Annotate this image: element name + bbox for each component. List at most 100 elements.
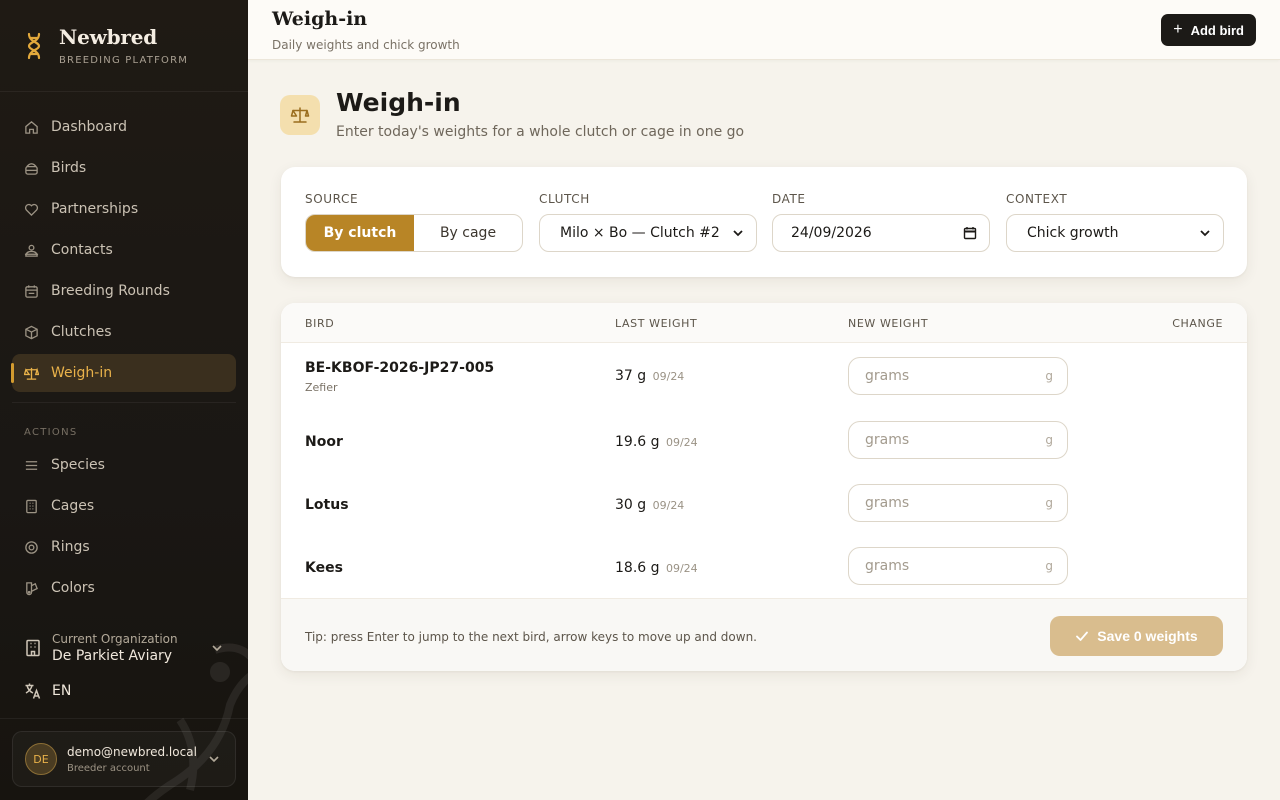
sidebar-item-label: Colors — [51, 580, 95, 596]
table-row: Lotus 30 g 09/24 grams g — [281, 472, 1247, 535]
last-weight: 19.6 g 09/24 — [615, 434, 698, 450]
sidebar-item-cages[interactable]: Cages — [12, 487, 236, 525]
add-bird-label: Add bird — [1190, 22, 1244, 38]
language-code: EN — [52, 683, 72, 699]
box-icon — [24, 325, 39, 340]
context-value: Chick growth — [1027, 225, 1119, 241]
new-weight-placeholder: grams — [865, 368, 910, 384]
last-weight-value: 30 g — [615, 497, 647, 513]
sidebar-item-colors[interactable]: Colors — [12, 569, 236, 607]
sidebar-item-label: Partnerships — [51, 201, 139, 217]
sidebar-item-species[interactable]: Species — [12, 446, 236, 484]
sidebar-item-label: Birds — [51, 160, 87, 176]
sidebar-item-label: Rings — [51, 539, 90, 555]
save-weights-button[interactable]: Save 0 weights — [1050, 616, 1223, 656]
sidebar-item-contacts[interactable]: Contacts — [12, 231, 236, 269]
topbar-subtitle: Daily weights and chick growth — [272, 38, 460, 52]
bird-id: BE-KBOF-2026-JP27-005 — [305, 360, 495, 376]
last-weight-date: 09/24 — [652, 499, 685, 512]
user-menu[interactable]: DE demo@newbred.local Breeder account — [12, 731, 236, 787]
new-weight-input[interactable]: grams g — [848, 421, 1068, 459]
last-weight-date: 09/24 — [665, 562, 698, 575]
organization-switcher[interactable]: Current Organization De Parkiet Aviary — [24, 630, 224, 666]
filters-card: SOURCE By clutch By cage CLUTCH Milo × B… — [281, 167, 1247, 277]
context-label: CONTEXT — [1006, 192, 1068, 206]
new-weight-input[interactable]: grams g — [848, 547, 1068, 585]
add-bird-button[interactable]: + Add bird — [1161, 14, 1256, 46]
last-weight: 37 g 09/24 — [615, 368, 684, 384]
new-weight-placeholder: grams — [865, 432, 910, 448]
column-change: CHANGE — [1172, 317, 1223, 330]
new-weight-placeholder: grams — [865, 558, 910, 574]
column-bird: BIRD — [305, 317, 335, 330]
context-select[interactable]: Chick growth — [1006, 214, 1224, 252]
sidebar-item-birds[interactable]: Birds — [12, 149, 236, 187]
calendar-icon — [24, 284, 39, 299]
table-row: Kees 18.6 g 09/24 grams g — [281, 535, 1247, 598]
source-by-cage-button[interactable]: By cage — [414, 215, 522, 251]
translate-icon — [25, 683, 41, 699]
table-row: BE-KBOF-2026-JP27-005 Zefier 37 g 09/24 … — [281, 343, 1247, 409]
source-label: SOURCE — [305, 192, 359, 206]
table-header: BIRD LAST WEIGHT NEW WEIGHT CHANGE — [281, 303, 1247, 343]
user-email: demo@newbred.local — [67, 744, 197, 759]
plus-icon: + — [1173, 21, 1183, 38]
source-by-clutch-button[interactable]: By clutch — [306, 215, 414, 251]
save-weights-label: Save 0 weights — [1097, 628, 1198, 644]
topbar-title: Weigh-in — [272, 8, 368, 30]
sidebar-item-label: Species — [51, 457, 105, 473]
sidebar-item-dashboard[interactable]: Dashboard — [12, 108, 236, 146]
heart-icon — [24, 202, 39, 217]
scale-icon — [280, 95, 320, 135]
date-label: DATE — [772, 192, 806, 206]
home-icon — [24, 120, 39, 135]
language-switcher[interactable]: EN — [24, 682, 71, 700]
ring-icon — [24, 540, 39, 555]
keyboard-tip: Tip: press Enter to jump to the next bir… — [305, 630, 757, 644]
bird-name: Zefier — [305, 381, 338, 394]
org-label: Current Organization — [52, 632, 178, 646]
top-bar: Weigh-in Daily weights and chick growth … — [248, 0, 1280, 60]
clutch-value: Milo × Bo — Clutch #2 — [560, 225, 720, 241]
page-title: Weigh-in — [336, 88, 461, 117]
table-footer: Tip: press Enter to jump to the next bir… — [281, 598, 1247, 671]
last-weight-date: 09/24 — [665, 436, 698, 449]
user-divider — [0, 718, 248, 719]
brand-tagline: BREEDING PLATFORM — [59, 55, 189, 66]
building-icon — [24, 499, 39, 514]
sidebar-item-partnerships[interactable]: Partnerships — [12, 190, 236, 228]
avatar: DE — [25, 743, 57, 775]
last-weight: 30 g 09/24 — [615, 497, 684, 513]
date-input[interactable]: 24/09/2026 — [772, 214, 990, 252]
sidebar-item-clutches[interactable]: Clutches — [12, 313, 236, 351]
calendar-icon[interactable] — [963, 226, 977, 240]
people-icon — [24, 243, 39, 258]
column-last-weight: LAST WEIGHT — [615, 317, 698, 330]
org-name: De Parkiet Aviary — [52, 648, 173, 664]
source-field: SOURCE By clutch By cage — [305, 192, 523, 252]
brand[interactable]: Newbred BREEDING PLATFORM — [0, 0, 248, 92]
chevron-down-icon — [733, 230, 743, 237]
building-icon — [26, 639, 40, 657]
table-row: Noor 19.6 g 09/24 grams g — [281, 409, 1247, 472]
date-value: 24/09/2026 — [791, 225, 872, 241]
sidebar-item-rings[interactable]: Rings — [12, 528, 236, 566]
unit-label: g — [1045, 369, 1053, 383]
column-new-weight: NEW WEIGHT — [848, 317, 929, 330]
clutch-label: CLUTCH — [539, 192, 590, 206]
last-weight-date: 09/24 — [652, 370, 685, 383]
sidebar-item-breeding-rounds[interactable]: Breeding Rounds — [12, 272, 236, 310]
new-weight-input[interactable]: grams g — [848, 484, 1068, 522]
sidebar-item-weigh-in[interactable]: Weigh-in — [11, 354, 236, 392]
bird-id: Lotus — [305, 497, 349, 513]
clutch-field: CLUTCH Milo × Bo — Clutch #2 — [539, 192, 757, 252]
new-weight-input[interactable]: grams g — [848, 357, 1068, 395]
sidebar-item-label: Breeding Rounds — [51, 283, 170, 299]
clutch-select[interactable]: Milo × Bo — Clutch #2 — [539, 214, 757, 252]
user-role: Breeder account — [67, 762, 150, 774]
sidebar-item-label: Weigh-in — [51, 365, 113, 381]
scale-icon — [24, 366, 39, 381]
sidebar: Newbred BREEDING PLATFORM Dashboard Bird… — [0, 0, 248, 800]
date-field: DATE 24/09/2026 — [772, 192, 990, 252]
sidebar-item-label: Cages — [51, 498, 95, 514]
